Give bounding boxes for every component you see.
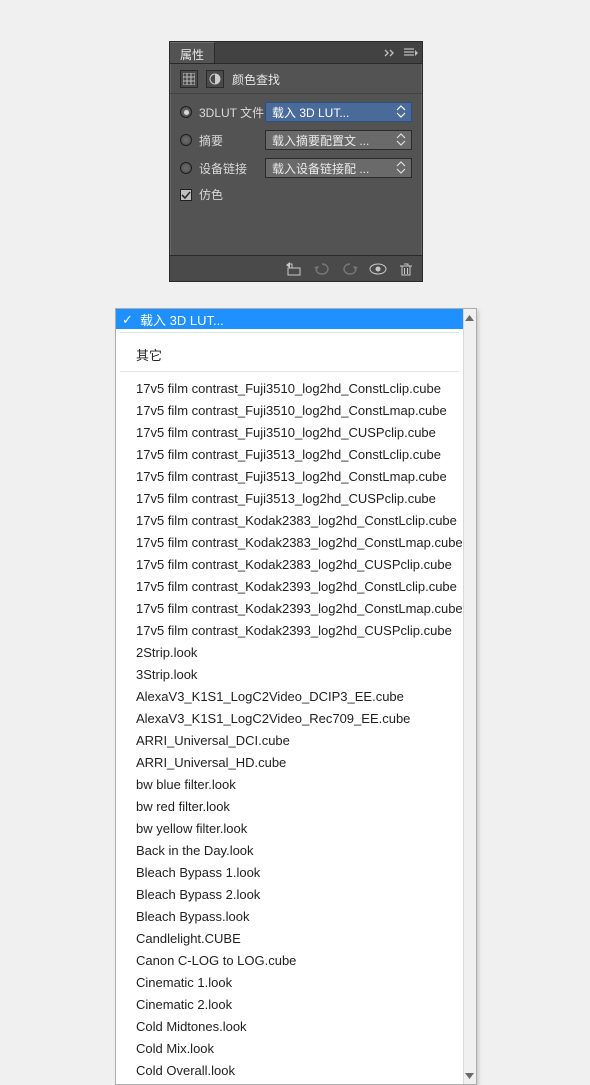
separator — [120, 371, 459, 372]
trash-icon[interactable] — [396, 259, 416, 279]
dropdown-item[interactable]: Bleach Bypass 2.look — [116, 884, 463, 906]
dropdown-selected-label: 载入 3D LUT... — [140, 310, 224, 329]
dropdown-item[interactable]: 17v5 film contrast_Fuji3510_log2hd_Const… — [116, 400, 463, 422]
grid-icon[interactable] — [180, 70, 198, 88]
dropdown-item[interactable]: 17v5 film contrast_Fuji3513_log2hd_Const… — [116, 444, 463, 466]
chevron-updown-icon — [396, 105, 408, 118]
panel-tab-properties[interactable]: 属性 — [170, 42, 215, 63]
radio-abstract[interactable] — [180, 134, 192, 146]
checkmark-icon: ✓ — [122, 312, 133, 328]
dropdown-item[interactable]: Candlelight.CUBE — [116, 928, 463, 950]
dropdown-item[interactable]: 17v5 film contrast_Fuji3510_log2hd_CUSPc… — [116, 422, 463, 444]
panel-body: 3DLUT 文件 载入 3D LUT... 摘要 载入摘要配置文 ... — [170, 94, 422, 255]
panel-title: 颜色查找 — [232, 71, 280, 88]
dropdown-item[interactable]: AlexaV3_K1S1_LogC2Video_DCIP3_EE.cube — [116, 686, 463, 708]
chevron-updown-icon — [396, 133, 408, 146]
dropdown-item[interactable]: ARRI_Universal_HD.cube — [116, 752, 463, 774]
row-devicelink: 设备链接 载入设备链接配 ... — [180, 158, 412, 178]
row-abstract: 摘要 载入摘要配置文 ... — [180, 130, 412, 150]
label-devicelink: 设备链接 — [199, 160, 265, 177]
row-3dlut: 3DLUT 文件 载入 3D LUT... — [180, 102, 412, 122]
panel-header: 颜色查找 — [170, 64, 422, 94]
dropdown-item[interactable]: 17v5 film contrast_Kodak2393_log2hd_Cons… — [116, 598, 463, 620]
dropdown-item[interactable]: 17v5 film contrast_Kodak2383_log2hd_Cons… — [116, 510, 463, 532]
dropdown-item[interactable]: 3Strip.look — [116, 664, 463, 686]
dropdown-group-other[interactable]: 其它 — [116, 339, 463, 368]
select-3dlut-value: 载入 3D LUT... — [272, 104, 349, 121]
dropdown-item[interactable]: bw blue filter.look — [116, 774, 463, 796]
select-3dlut[interactable]: 载入 3D LUT... — [265, 102, 412, 122]
dropdown-item[interactable]: 17v5 film contrast_Fuji3513_log2hd_CUSPc… — [116, 488, 463, 510]
dropdown-item[interactable]: 17v5 film contrast_Fuji3513_log2hd_Const… — [116, 466, 463, 488]
dropdown-item[interactable]: Bleach Bypass 1.look — [116, 862, 463, 884]
flyout-menu-icon[interactable] — [404, 48, 418, 58]
clip-to-layer-icon[interactable] — [284, 259, 304, 279]
dropdown-item[interactable]: Cold Mix.look — [116, 1038, 463, 1060]
panel-tabbar: 属性 — [170, 42, 422, 64]
select-devicelink[interactable]: 载入设备链接配 ... — [265, 158, 412, 178]
dropdown-item[interactable]: Cinematic 1.look — [116, 972, 463, 994]
row-dither: 仿色 — [180, 186, 412, 203]
panel-footer — [170, 255, 422, 281]
dropdown-item[interactable]: Cold Overall.look — [116, 1060, 463, 1082]
previous-state-icon[interactable] — [312, 259, 332, 279]
radio-3dlut[interactable] — [180, 106, 192, 118]
dropdown-item[interactable]: Bleach Bypass.look — [116, 906, 463, 928]
adjustment-icon[interactable] — [206, 70, 224, 88]
dropdown-item[interactable]: 17v5 film contrast_Kodak2383_log2hd_Cons… — [116, 532, 463, 554]
dropdown-item[interactable]: Back in the Day.look — [116, 840, 463, 862]
dropdown-item[interactable]: Canon C-LOG to LOG.cube — [116, 950, 463, 972]
dropdown-item[interactable]: 17v5 film contrast_Kodak2393_log2hd_Cons… — [116, 576, 463, 598]
reset-icon[interactable] — [340, 259, 360, 279]
dropdown-item[interactable]: Cinematic 2.look — [116, 994, 463, 1016]
properties-panel: 属性 颜色查找 3DLUT 文件 载入 3D LUT.. — [169, 41, 423, 282]
label-3dlut: 3DLUT 文件 — [199, 104, 265, 121]
dropdown-item[interactable]: 2Strip.look — [116, 642, 463, 664]
select-devicelink-value: 载入设备链接配 ... — [272, 160, 369, 177]
checkbox-dither[interactable] — [180, 189, 192, 201]
scroll-down-icon[interactable] — [464, 1067, 476, 1084]
dropdown-item[interactable]: 17v5 film contrast_Kodak2393_log2hd_CUSP… — [116, 620, 463, 642]
label-dither: 仿色 — [199, 186, 223, 203]
visibility-eye-icon[interactable] — [368, 259, 388, 279]
radio-devicelink[interactable] — [180, 162, 192, 174]
dropdown-item[interactable]: bw red filter.look — [116, 796, 463, 818]
dropdown-item[interactable]: AlexaV3_K1S1_LogC2Video_Rec709_EE.cube — [116, 708, 463, 730]
lut-dropdown: ✓ 载入 3D LUT... 其它 17v5 film contrast_Fuj… — [115, 308, 477, 1085]
dropdown-item[interactable]: 17v5 film contrast_Fuji3510_log2hd_Const… — [116, 378, 463, 400]
dropdown-item[interactable]: 17v5 film contrast_Kodak2383_log2hd_CUSP… — [116, 554, 463, 576]
scrollbar[interactable] — [463, 309, 476, 1084]
dropdown-item[interactable]: Cold Midtones.look — [116, 1016, 463, 1038]
dropdown-item[interactable]: bw yellow filter.look — [116, 818, 463, 840]
dropdown-item[interactable]: ARRI_Universal_DCI.cube — [116, 730, 463, 752]
collapse-icon[interactable] — [384, 49, 398, 57]
label-abstract: 摘要 — [199, 132, 265, 149]
select-abstract[interactable]: 载入摘要配置文 ... — [265, 130, 412, 150]
separator — [120, 332, 459, 333]
scroll-up-icon[interactable] — [464, 309, 476, 326]
chevron-updown-icon — [396, 161, 408, 174]
dropdown-selected-item[interactable]: ✓ 载入 3D LUT... — [116, 309, 463, 329]
select-abstract-value: 载入摘要配置文 ... — [272, 132, 369, 149]
